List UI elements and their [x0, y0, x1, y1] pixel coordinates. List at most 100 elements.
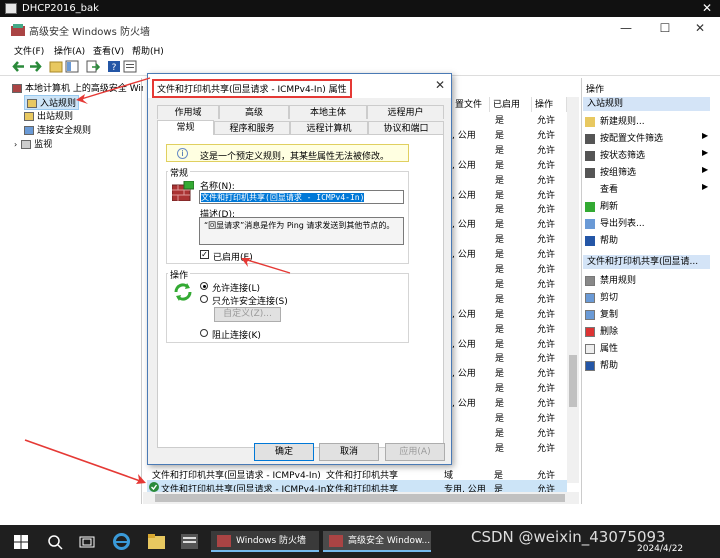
allow-connection-radio[interactable] — [200, 282, 208, 290]
tab-remote-computers[interactable]: 远程计算机 — [290, 121, 368, 135]
file-explorer-icon[interactable] — [148, 534, 165, 549]
properties-icon[interactable] — [123, 60, 137, 73]
action-filter-profile[interactable]: 按配置文件筛选 — [585, 131, 663, 144]
list-cell-enabled: 是 — [495, 265, 505, 275]
action-label: 属性 — [600, 344, 619, 354]
block-connection-radio[interactable] — [200, 329, 208, 337]
list-cell-action: 允许 — [537, 399, 556, 409]
show-tree-icon[interactable] — [65, 60, 79, 73]
chevron-right-icon[interactable]: › — [14, 140, 17, 149]
dialog-close-button[interactable]: ✕ — [435, 78, 445, 92]
tree-item-connection-security-rules[interactable]: 连接安全规则 — [24, 123, 91, 136]
action-filter-group[interactable]: 按组筛选 — [585, 165, 636, 178]
apply-button[interactable]: 应用(A) — [385, 443, 445, 461]
list-cell-action: 允许 — [537, 369, 556, 379]
column-header-action[interactable]: 操作 — [532, 97, 567, 112]
cancel-button[interactable]: 取消 — [319, 443, 379, 461]
submenu-arrow-icon[interactable]: ▶ — [702, 148, 708, 157]
list-cell-action: 允许 — [537, 116, 556, 126]
scrollbar-thumb[interactable] — [155, 494, 565, 502]
edge-browser-icon[interactable] — [113, 533, 130, 550]
forward-arrow-icon[interactable] — [28, 60, 42, 73]
scrollbar-thumb[interactable] — [569, 355, 577, 407]
horizontal-scrollbar[interactable] — [143, 492, 579, 504]
task-view-icon[interactable] — [79, 534, 95, 550]
action-help-rule[interactable]: 帮助 — [585, 358, 618, 371]
action-view[interactable]: 查看 — [585, 182, 618, 195]
taskbar-firewall-app[interactable]: Windows 防火墙 — [211, 531, 319, 552]
list-cell-enabled: 是 — [495, 176, 505, 186]
actions-section-inbound[interactable]: 入站规则 — [583, 97, 710, 111]
clock-date: 2024/4/22 — [637, 544, 684, 554]
firewall-rule-icon — [172, 181, 194, 201]
enabled-check-icon — [149, 482, 159, 492]
description-field[interactable]: “回显请求”消息是作为 Ping 请求发送到其他节点的。 — [199, 217, 404, 245]
tab-remote-users[interactable]: 远程用户 — [367, 105, 444, 119]
action-refresh[interactable]: 刷新 — [585, 199, 618, 212]
list-cell-enabled: 是 — [495, 444, 505, 454]
list-cell-action: 允许 — [537, 191, 556, 201]
vm-title-bar: DHCP2016_bak ✕ — [0, 0, 720, 17]
column-header-profile[interactable]: 置文件 — [452, 97, 490, 112]
vm-close-button[interactable]: ✕ — [702, 0, 712, 17]
ok-button[interactable]: 确定 — [254, 443, 314, 461]
list-cell-profile: , 公用 — [452, 310, 476, 320]
tab-general[interactable]: 常规 — [157, 120, 214, 135]
close-button[interactable]: ✕ — [690, 21, 710, 35]
column-header-enabled[interactable]: 已启用 — [490, 97, 532, 112]
list-cell-action: 允许 — [537, 325, 556, 335]
search-icon[interactable] — [47, 534, 63, 550]
action-delete[interactable]: 删除 — [585, 324, 618, 337]
list-cell-enabled: 是 — [495, 414, 505, 424]
filter-icon — [585, 133, 595, 144]
help-icon[interactable]: ? — [107, 60, 121, 73]
actions-section-rule[interactable]: 文件和打印机共享(回显请... — [583, 255, 710, 269]
firewall-icon — [12, 84, 22, 93]
back-arrow-icon[interactable] — [12, 60, 26, 73]
list-cell-action: 允许 — [537, 220, 556, 230]
submenu-arrow-icon[interactable]: ▶ — [702, 165, 708, 174]
menu-file[interactable]: 文件(F) — [14, 44, 44, 57]
menu-action[interactable]: 操作(A) — [54, 44, 85, 57]
action-export-list[interactable]: 导出列表... — [585, 216, 645, 229]
list-cell-action: 允许 — [537, 205, 556, 215]
up-folder-icon[interactable] — [49, 60, 63, 73]
tree-item-outbound-rules[interactable]: 出站规则 — [24, 109, 73, 122]
list-cell-action: 允许 — [537, 414, 556, 424]
enabled-checkbox[interactable]: ✓ — [200, 250, 209, 259]
customize-button[interactable]: 自定义(Z)... — [214, 307, 281, 322]
server-manager-icon[interactable] — [181, 534, 198, 549]
menu-view[interactable]: 查看(V) — [93, 44, 124, 57]
list-cell-profile: , 公用 — [452, 131, 476, 141]
list-cell-profile: , 公用 — [452, 250, 476, 260]
action-cut[interactable]: 剪切 — [585, 290, 618, 303]
action-label: 复制 — [600, 310, 619, 320]
export-icon[interactable] — [86, 60, 100, 73]
submenu-arrow-icon[interactable]: ▶ — [702, 131, 708, 140]
start-windows-icon[interactable] — [14, 535, 28, 549]
maximize-button[interactable]: ☐ — [655, 21, 675, 35]
tab-local-principals[interactable]: 本地主体 — [289, 105, 367, 119]
tree-root[interactable]: 本地计算机 上的高级安全 Wind — [12, 81, 152, 94]
name-field[interactable]: 文件和打印机共享(回显请求 - ICMPv4-In) — [199, 190, 404, 204]
tab-programs-services[interactable]: 程序和服务 — [214, 121, 290, 135]
tree-item-inbound-rules[interactable]: 入站规则 — [24, 95, 80, 110]
list-cell-action: 允许 — [537, 146, 556, 156]
action-copy[interactable]: 复制 — [585, 307, 618, 320]
action-disable-rule[interactable]: 禁用规则 — [585, 273, 636, 286]
submenu-arrow-icon[interactable]: ▶ — [702, 182, 708, 191]
tab-advanced[interactable]: 高级 — [219, 105, 289, 119]
menu-help[interactable]: 帮助(H) — [132, 44, 164, 57]
vertical-scrollbar[interactable] — [567, 97, 579, 483]
minimize-button[interactable]: — — [616, 21, 636, 35]
tab-scope[interactable]: 作用域 — [157, 105, 219, 119]
action-new-rule[interactable]: 新建规则... — [585, 114, 645, 127]
tab-protocols-ports[interactable]: 协议和端口 — [368, 121, 444, 135]
action-properties[interactable]: 属性 — [585, 341, 618, 354]
action-help[interactable]: 帮助 — [585, 233, 618, 246]
tree-item-monitoring[interactable]: › 监视 — [14, 137, 52, 150]
action-filter-state[interactable]: 按状态筛选 — [585, 148, 645, 161]
allow-secure-radio[interactable] — [200, 295, 208, 303]
action-label: 按状态筛选 — [600, 151, 646, 161]
taskbar-advanced-firewall-app[interactable]: 高级安全 Window... — [323, 531, 431, 552]
